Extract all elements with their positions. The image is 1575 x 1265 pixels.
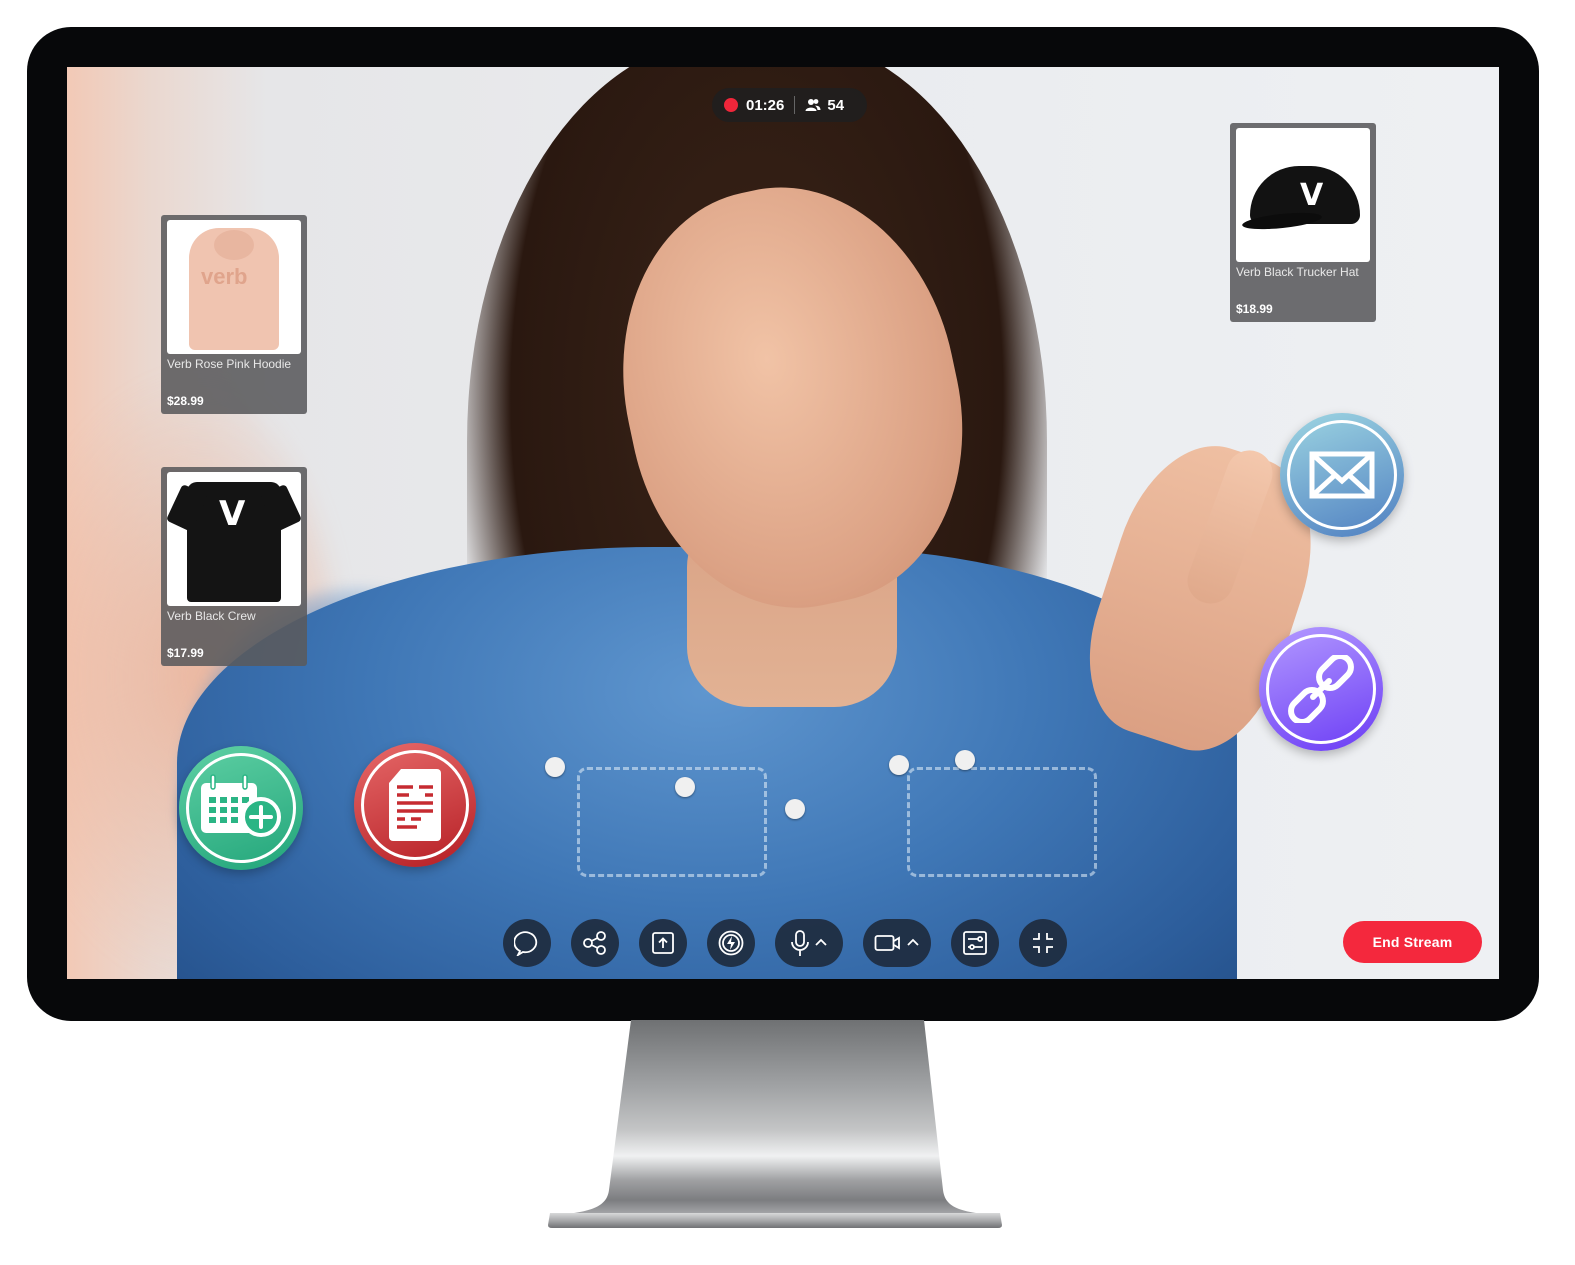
product-name: Verb Black Crew: [167, 609, 256, 623]
shirt-button: [889, 755, 909, 775]
viewers-icon: [805, 99, 821, 111]
product-card[interactable]: V Verb Black Trucker Hat $18.99: [1230, 123, 1376, 322]
lightning-icon: [718, 930, 744, 956]
end-stream-button[interactable]: End Stream: [1343, 921, 1482, 963]
calendar-plus-icon: [201, 774, 281, 837]
shirt-button: [545, 757, 565, 777]
product-card[interactable]: V Verb Black Crew $17.99: [161, 467, 307, 666]
minimize-button[interactable]: [1019, 919, 1067, 967]
email-button[interactable]: [1280, 413, 1404, 537]
verb-v-logo: V: [219, 494, 246, 534]
shirt-pocket-right: [907, 767, 1097, 877]
recording-dot-icon: [724, 98, 738, 112]
divider: [794, 96, 796, 114]
product-image-hoodie: verb: [167, 220, 301, 354]
viewer-count: 54: [827, 96, 845, 114]
share-icon: [583, 931, 606, 955]
stream-stats: 01:26 54: [712, 88, 867, 122]
sliders-icon: [963, 931, 987, 955]
shirt-button: [785, 799, 805, 819]
product-card[interactable]: verb Verb Rose Pink Hoodie $28.99: [161, 215, 307, 414]
elapsed-time: 01:26: [746, 96, 785, 114]
upload-icon: [652, 932, 674, 954]
chain-link-icon: [1288, 655, 1354, 723]
video-camera-icon: [874, 935, 900, 951]
minimize-icon: [1033, 933, 1053, 953]
verb-logo: verb: [201, 264, 248, 289]
chevron-up-icon[interactable]: [814, 938, 828, 948]
chat-bubble-icon: [514, 931, 538, 956]
settings-button[interactable]: [951, 919, 999, 967]
product-price: $17.99: [167, 646, 204, 660]
shirt-pocket-left: [577, 767, 767, 877]
shirt-button: [675, 777, 695, 797]
chevron-up-icon[interactable]: [906, 938, 920, 948]
document-icon: [389, 769, 441, 841]
document-button[interactable]: [354, 743, 476, 867]
product-name: Verb Rose Pink Hoodie: [167, 357, 292, 371]
chat-button[interactable]: [503, 919, 551, 967]
stream-control-bar: [503, 919, 1067, 967]
product-image-hat: V: [1236, 128, 1370, 262]
verb-v-logo: V: [1300, 178, 1324, 213]
add-to-calendar-button[interactable]: [179, 746, 303, 870]
shirt-button: [955, 750, 975, 770]
copy-link-button[interactable]: [1259, 627, 1383, 751]
envelope-icon: [1309, 451, 1375, 499]
camera-button[interactable]: [863, 919, 931, 967]
product-price: $18.99: [1236, 302, 1273, 316]
product-name: Verb Black Trucker Hat: [1236, 265, 1359, 279]
microphone-icon: [791, 930, 809, 956]
upload-button[interactable]: [639, 919, 687, 967]
product-price: $28.99: [167, 394, 204, 408]
share-button[interactable]: [571, 919, 619, 967]
boost-button[interactable]: [707, 919, 755, 967]
monitor-stand: [548, 1020, 1002, 1228]
product-image-tshirt: V: [167, 472, 301, 606]
live-stream-screen: 01:26 54 verb Verb Rose Pink Hoodie $28.…: [67, 67, 1499, 979]
microphone-button[interactable]: [775, 919, 843, 967]
